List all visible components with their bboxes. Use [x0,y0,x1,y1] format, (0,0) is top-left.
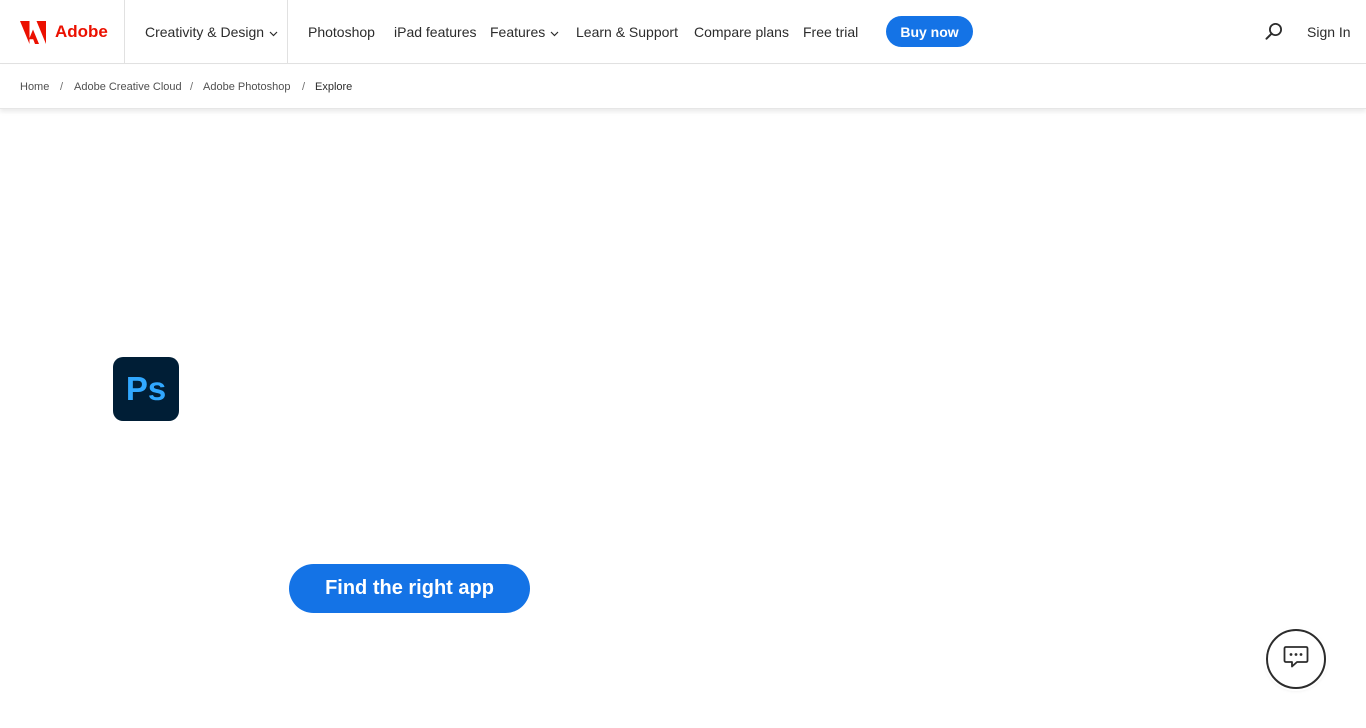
buy-now-button[interactable]: Buy now [886,16,973,47]
global-nav: Adobe Creativity & Design Photoshop iPad… [0,0,1366,64]
nav-divider [287,0,288,64]
chevron-down-icon [269,24,278,40]
nav-compare-plans[interactable]: Compare plans [694,0,789,64]
chat-button[interactable] [1266,629,1326,689]
nav-features[interactable]: Features [490,0,559,64]
nav-free-trial[interactable]: Free trial [803,0,858,64]
nav-features-label: Features [490,24,546,40]
find-right-app-button[interactable]: Find the right app [289,564,530,613]
breadcrumb-photoshop[interactable]: Adobe Photoshop [203,65,290,108]
search-icon[interactable] [1264,22,1284,42]
nav-photoshop[interactable]: Photoshop [308,0,375,64]
breadcrumb: Home / Adobe Creative Cloud / Adobe Phot… [0,65,1366,109]
adobe-logo-icon [20,20,46,44]
chevron-down-icon [550,24,559,40]
nav-creativity-design[interactable]: Creativity & Design [145,0,278,64]
breadcrumb-separator: / [60,80,64,93]
adobe-logo-link[interactable]: Adobe [20,0,108,64]
nav-divider [124,0,125,64]
breadcrumb-creative-cloud[interactable]: Adobe Creative Cloud [74,65,182,108]
breadcrumb-separator: / [302,80,306,93]
nav-learn-support[interactable]: Learn & Support [576,0,678,64]
nav-creativity-design-label: Creativity & Design [145,24,265,40]
breadcrumb-explore: Explore [315,80,353,93]
nav-ipad-features[interactable]: iPad features [394,0,477,64]
breadcrumb-home[interactable]: Home [20,65,49,108]
brand-name: Adobe [55,22,108,41]
chat-icon [1283,645,1309,674]
breadcrumb-separator: / [190,80,194,93]
sign-in-link[interactable]: Sign In [1307,0,1351,64]
photoshop-app-logo: Ps [113,357,179,421]
